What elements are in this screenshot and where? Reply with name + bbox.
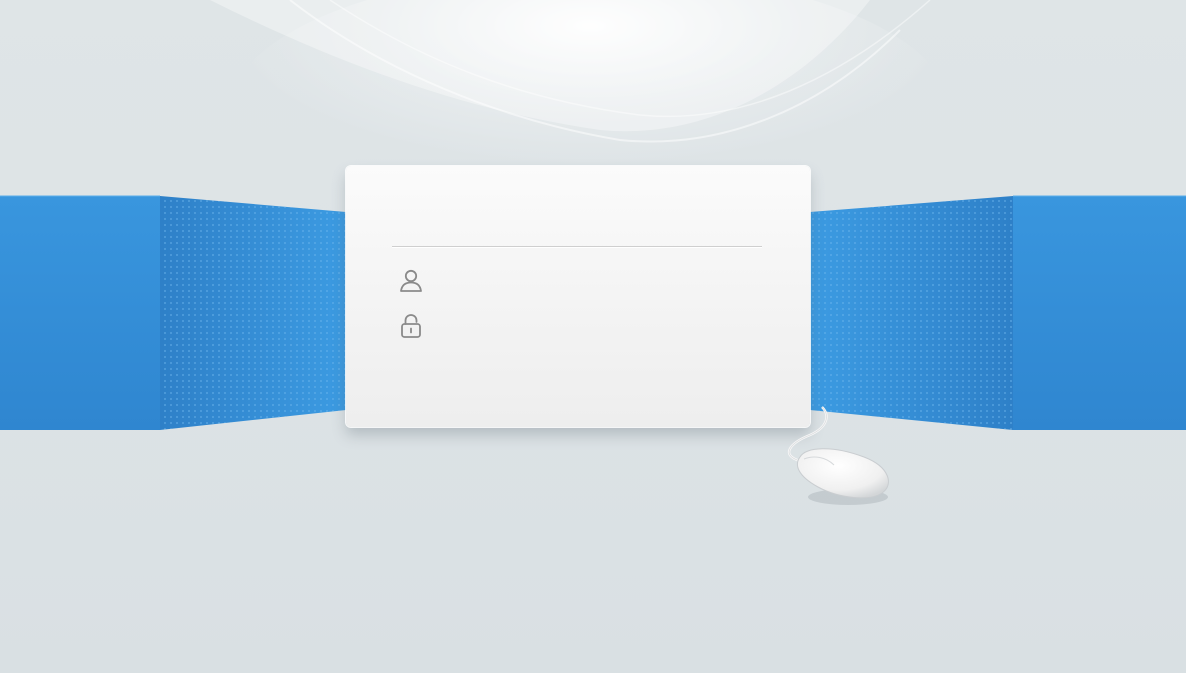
username-row bbox=[396, 264, 766, 296]
login-card bbox=[346, 166, 810, 427]
password-input[interactable] bbox=[434, 311, 766, 341]
login-page bbox=[0, 0, 1186, 673]
username-input[interactable] bbox=[434, 265, 766, 295]
password-row bbox=[396, 310, 766, 342]
user-icon bbox=[396, 265, 426, 295]
login-title bbox=[392, 206, 762, 236]
mouse-decoration-icon bbox=[787, 406, 889, 505]
card-divider bbox=[392, 246, 762, 247]
lock-icon bbox=[396, 311, 426, 341]
